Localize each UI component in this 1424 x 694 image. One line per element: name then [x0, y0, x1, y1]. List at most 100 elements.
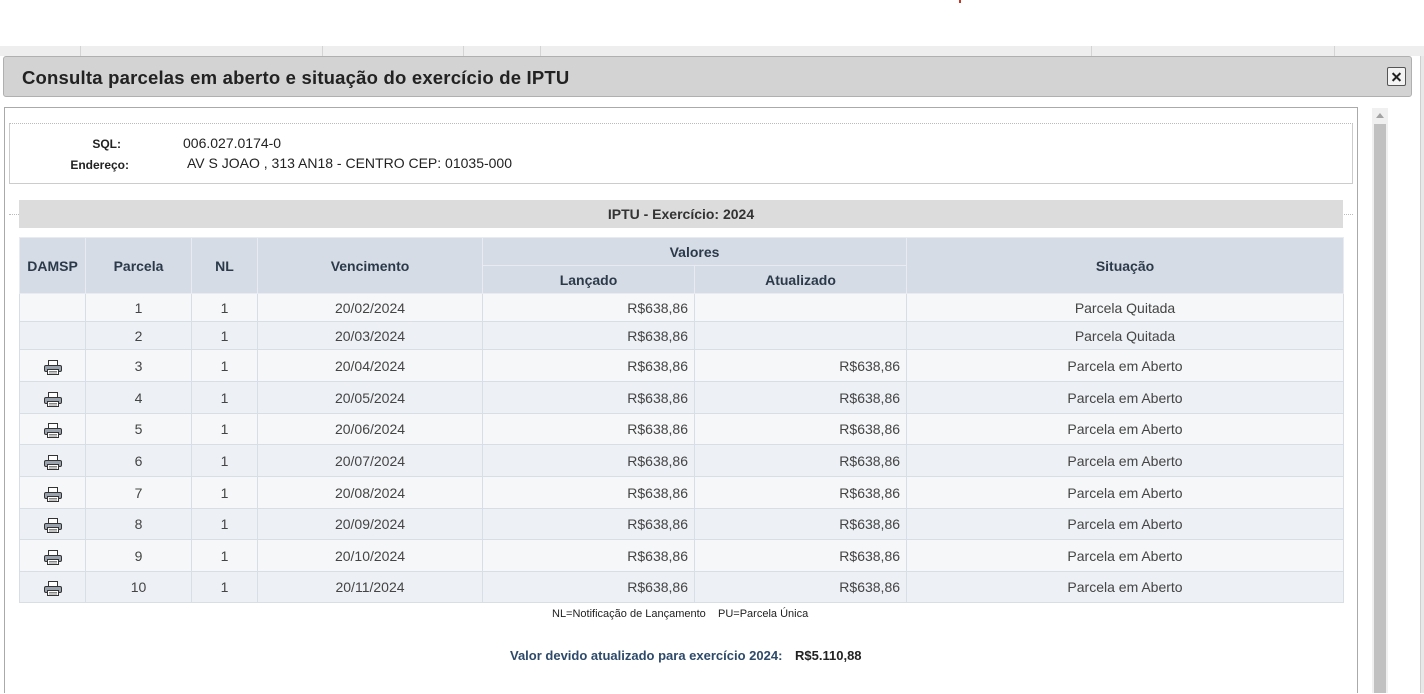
col-header-nl: NL	[191, 237, 258, 294]
cell-situacao: Parcela Quitada	[906, 321, 1345, 350]
printer-icon[interactable]	[43, 391, 62, 407]
cell-vencimento: 20/03/2024	[257, 321, 483, 350]
cell-parcela: 3	[85, 349, 192, 382]
cell-atualizado: R$638,86	[693, 476, 908, 509]
cell-lancado: R$638,86	[482, 444, 695, 477]
cell-damsp	[19, 444, 86, 477]
col-header-valores: Valores	[481, 237, 908, 266]
cell-vencimento: 20/05/2024	[257, 381, 483, 414]
cell-atualizado	[693, 293, 908, 322]
cell-parcela: 6	[85, 444, 192, 477]
total-value: R$5.110,88	[795, 648, 862, 663]
cell-lancado: R$638,86	[482, 508, 695, 540]
col-header-damsp: DAMSP	[19, 237, 86, 294]
cell-nl: 1	[191, 539, 258, 572]
cell-vencimento: 20/08/2024	[257, 476, 483, 509]
cell-situacao: Parcela em Aberto	[906, 476, 1345, 509]
cell-situacao: Parcela em Aberto	[906, 444, 1345, 477]
table-row: 1 1 20/02/2024 R$638,86 Parcela Quitada	[19, 293, 1345, 322]
cell-situacao: Parcela em Aberto	[906, 539, 1345, 572]
cell-vencimento: 20/10/2024	[257, 539, 483, 572]
dialog-title-bar: Consulta parcelas em aberto e situação d…	[3, 56, 1412, 97]
cell-parcela: 8	[85, 508, 192, 540]
printer-icon[interactable]	[43, 359, 62, 375]
browser-top-area	[0, 0, 1424, 46]
installments-table: DAMSP Parcela NL Vencimento Valores Situ…	[19, 237, 1345, 603]
printer-icon[interactable]	[43, 581, 62, 597]
cell-parcela: 4	[85, 381, 192, 414]
sql-label: SQL:	[92, 137, 121, 151]
cell-damsp	[19, 321, 86, 350]
property-info-box: SQL: 006.027.0174-0 Endereço: AV S JOAO …	[9, 123, 1353, 184]
cell-damsp	[19, 476, 86, 509]
cell-situacao: Parcela em Aberto	[906, 349, 1345, 382]
cell-vencimento: 20/07/2024	[257, 444, 483, 477]
cell-situacao: Parcela em Aberto	[906, 413, 1345, 445]
cell-atualizado: R$638,86	[693, 413, 908, 445]
col-header-atualizado: Atualizado	[693, 265, 908, 294]
cell-lancado: R$638,86	[482, 349, 695, 382]
printer-icon[interactable]	[43, 423, 62, 439]
cell-atualizado: R$638,86	[693, 381, 908, 414]
table-row: 8 1 20/09/2024 R$638,86 R$638,86 Parcela em A…	[19, 508, 1345, 540]
cell-nl: 1	[191, 381, 258, 414]
cell-damsp	[19, 349, 86, 382]
close-icon[interactable]	[1387, 67, 1406, 86]
background-page-edge	[1420, 56, 1424, 693]
table-row: 7 1 20/08/2024 R$638,86 R$638,86 Parcela em A…	[19, 476, 1345, 509]
scroll-thumb[interactable]	[1374, 124, 1386, 693]
printer-icon[interactable]	[43, 454, 62, 470]
col-header-lancado: Lançado	[482, 265, 695, 294]
cell-situacao: Parcela em Aberto	[906, 508, 1345, 540]
cell-vencimento: 20/02/2024	[257, 293, 483, 322]
total-label: Valor devido atualizado para exercício 2…	[510, 648, 783, 663]
address-value: AV S JOAO , 313 AN18 - CENTRO CEP: 01035…	[187, 155, 512, 171]
cell-vencimento: 20/06/2024	[257, 413, 483, 445]
cell-atualizado: R$638,86	[693, 508, 908, 540]
cell-lancado: R$638,86	[482, 381, 695, 414]
installments-body: 1 1 20/02/2024 R$638,86 Parcela Quitada 2 1 20/…	[19, 293, 1345, 603]
total-due: Valor devido atualizado para exercício 2…	[510, 648, 862, 663]
address-label: Endereço:	[70, 158, 129, 172]
cell-lancado: R$638,86	[482, 413, 695, 445]
cell-damsp	[19, 539, 86, 572]
cell-nl: 1	[191, 321, 258, 350]
exercise-header: IPTU - Exercício: 2024	[19, 200, 1343, 228]
cell-damsp	[19, 293, 86, 322]
sql-value: 006.027.0174-0	[183, 135, 282, 151]
background-page-strip	[0, 46, 1424, 56]
scroll-up-arrow-icon[interactable]	[1376, 113, 1384, 118]
col-header-vencimento: Vencimento	[257, 237, 483, 294]
table-row: 10 1 20/11/2024 R$638,86 R$638,86 Parcela em …	[19, 571, 1345, 603]
col-header-parcela: Parcela	[85, 237, 192, 294]
cell-parcela: 7	[85, 476, 192, 509]
printer-icon[interactable]	[43, 518, 62, 534]
table-row: 9 1 20/10/2024 R$638,86 R$638,86 Parcela em A…	[19, 539, 1345, 572]
vertical-scrollbar[interactable]	[1372, 108, 1388, 693]
cell-parcela: 2	[85, 321, 192, 350]
cell-situacao: Parcela Quitada	[906, 293, 1345, 322]
cell-lancado: R$638,86	[482, 476, 695, 509]
cell-parcela: 9	[85, 539, 192, 572]
printer-icon[interactable]	[43, 549, 62, 565]
col-header-situacao: Situação	[906, 237, 1345, 294]
cell-atualizado: R$638,86	[693, 349, 908, 382]
printer-icon[interactable]	[43, 486, 62, 502]
cell-damsp	[19, 571, 86, 603]
table-row: 5 1 20/06/2024 R$638,86 R$638,86 Parcela em A…	[19, 413, 1345, 445]
cell-vencimento: 20/04/2024	[257, 349, 483, 382]
cell-parcela: 10	[85, 571, 192, 603]
cell-nl: 1	[191, 476, 258, 509]
cell-situacao: Parcela em Aberto	[906, 381, 1345, 414]
table-row: 6 1 20/07/2024 R$638,86 R$638,86 Parcela em A…	[19, 444, 1345, 477]
cell-atualizado	[693, 321, 908, 350]
legend-note: NL=Notificação de Lançamento PU=Parcela …	[552, 608, 809, 620]
cell-nl: 1	[191, 413, 258, 445]
cell-lancado: R$638,86	[482, 321, 695, 350]
cell-nl: 1	[191, 571, 258, 603]
red-dot-mark	[959, 0, 961, 3]
table-row: 4 1 20/05/2024 R$638,86 R$638,86 Parcela em A…	[19, 381, 1345, 414]
cell-damsp	[19, 381, 86, 414]
cell-nl: 1	[191, 444, 258, 477]
cell-nl: 1	[191, 293, 258, 322]
